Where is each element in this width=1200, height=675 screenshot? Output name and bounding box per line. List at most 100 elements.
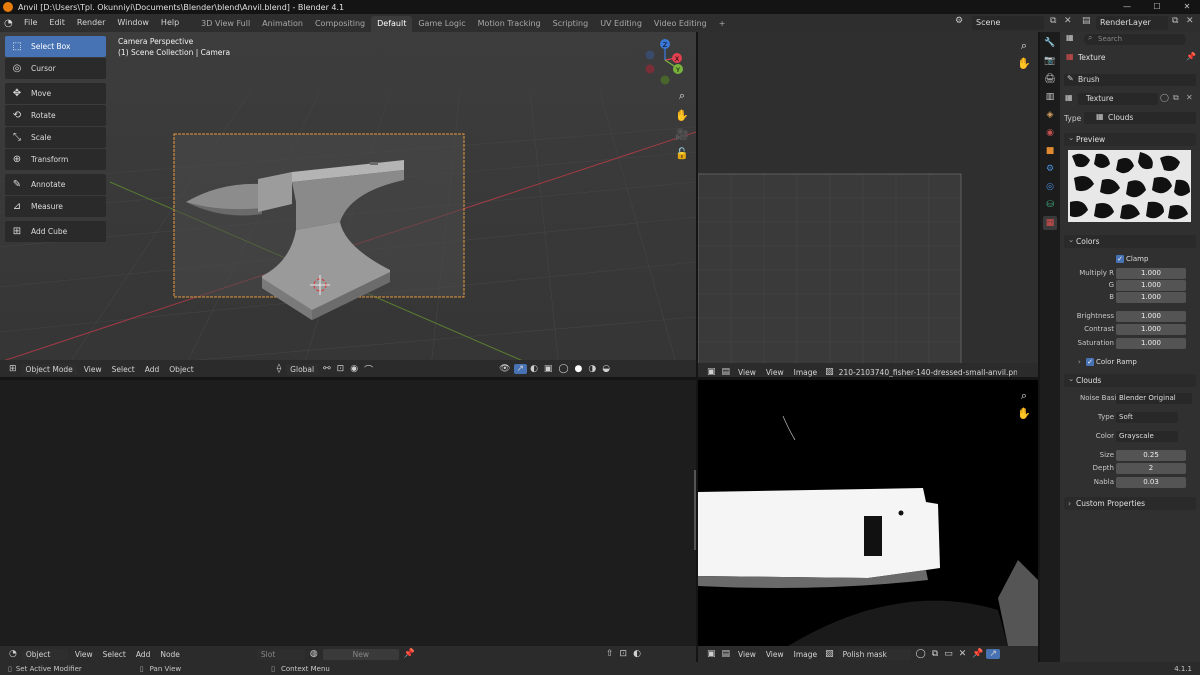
shading-wireframe-icon[interactable]: ◯: [555, 364, 571, 374]
saturation-field[interactable]: 1.000: [1116, 338, 1186, 349]
xray-icon[interactable]: ▣: [541, 364, 556, 374]
add-workspace-button[interactable]: +: [713, 16, 732, 32]
gizmo-toggle-icon[interactable]: ↗: [986, 649, 1001, 659]
editor-type-icon[interactable]: ▣: [704, 367, 719, 377]
tab-compositing[interactable]: Compositing: [309, 16, 371, 32]
mode-selector[interactable]: Object Mode: [21, 363, 77, 375]
cloud-type-selector[interactable]: Soft: [1116, 412, 1178, 423]
duplicate-icon[interactable]: ⧉: [1173, 93, 1179, 103]
image-menu-image[interactable]: Image: [789, 368, 823, 377]
unlink-icon[interactable]: ✕: [1186, 93, 1193, 102]
zoom-icon[interactable]: ⌕: [1016, 388, 1032, 404]
image-menu-view2[interactable]: View: [761, 368, 789, 377]
scene-selector[interactable]: Scene: [972, 16, 1044, 30]
pan-hand-icon[interactable]: ✋: [1016, 406, 1032, 422]
3d-viewport[interactable]: Z X Y Camera Perspective (1) Scene Colle…: [0, 32, 696, 377]
view-layer-icon[interactable]: ▤: [1082, 16, 1091, 26]
color-selector[interactable]: Grayscale: [1116, 431, 1178, 442]
nabla-field[interactable]: 0.03: [1116, 477, 1186, 488]
zoom-icon[interactable]: ⌕: [1016, 38, 1032, 54]
tab-game-logic[interactable]: Game Logic: [412, 16, 471, 32]
image-menu-image[interactable]: Image: [789, 650, 823, 659]
world-tab-icon[interactable]: ◉: [1043, 126, 1057, 140]
tool-annotate[interactable]: ✎ Annotate: [5, 174, 106, 195]
color-ramp-checkbox[interactable]: ✓: [1086, 358, 1094, 366]
editor-type-icon[interactable]: ▣: [704, 649, 719, 659]
pan-hand-icon[interactable]: ✋: [674, 108, 690, 124]
g-field[interactable]: 1.000: [1116, 280, 1186, 291]
overlay-icon[interactable]: ◐: [527, 364, 541, 374]
shading-rendered-icon[interactable]: ◒: [599, 364, 613, 374]
menu-edit[interactable]: Edit: [43, 14, 71, 32]
blender-menu-icon[interactable]: ◔: [4, 18, 18, 29]
node-menu-node[interactable]: Node: [155, 650, 185, 659]
snap-icon[interactable]: ⊡: [617, 649, 631, 659]
parent-node-icon[interactable]: ⇧: [603, 649, 617, 659]
delete-view-layer-icon[interactable]: ✕: [1186, 16, 1194, 26]
image-name-field[interactable]: 210-2103740_fisher-140-dressed-small-anv…: [837, 368, 1017, 377]
image-browse-icon[interactable]: ▨: [822, 367, 837, 377]
viewport-menu-view[interactable]: View: [79, 365, 107, 374]
node-menu-view[interactable]: View: [70, 650, 98, 659]
depth-field[interactable]: 2: [1116, 463, 1186, 474]
menu-window[interactable]: Window: [111, 14, 155, 32]
image-name-field[interactable]: Polish mask: [838, 648, 911, 660]
tool-transform[interactable]: ⊕ Transform: [5, 149, 106, 170]
tool-move[interactable]: ✥ Move: [5, 83, 106, 104]
maximize-button[interactable]: ☐: [1142, 0, 1172, 14]
shading-solid-icon[interactable]: ●: [572, 364, 586, 374]
tab-uv-editing[interactable]: UV Editing: [594, 16, 648, 32]
render-tab-icon[interactable]: 📷: [1043, 54, 1057, 68]
overlay-icon[interactable]: ◐: [630, 649, 644, 659]
gizmo-toggle-icon[interactable]: ↗: [513, 364, 528, 374]
falloff-icon[interactable]: ⌒: [361, 363, 376, 376]
tool-cursor[interactable]: ◎ Cursor: [5, 58, 106, 79]
multiply-r-field[interactable]: 1.000: [1116, 268, 1186, 279]
orientation-selector[interactable]: Global: [286, 363, 319, 375]
tab-video-editing[interactable]: Video Editing: [648, 16, 713, 32]
shading-material-icon[interactable]: ◑: [585, 364, 599, 374]
pivot-icon[interactable]: ⚯: [320, 364, 334, 374]
viewport-menu-object[interactable]: Object: [164, 365, 198, 374]
pin-icon[interactable]: 📌: [969, 649, 986, 659]
visibility-icon[interactable]: 👁: [496, 364, 513, 374]
size-field[interactable]: 0.25: [1116, 450, 1186, 461]
image-mode-icon[interactable]: ▤: [719, 367, 734, 377]
image-editor-top[interactable]: ⌕ ✋ ▣ ▤ View View Image ▨ 210-2103740_fi…: [698, 32, 1038, 377]
image-editor-bottom[interactable]: ⌕ ✋: [698, 380, 1038, 646]
new-image-icon[interactable]: ⧉: [929, 649, 941, 659]
tool-select-box[interactable]: ⬚ Select Box: [5, 36, 106, 57]
delete-scene-icon[interactable]: ✕: [1064, 16, 1072, 26]
brightness-field[interactable]: 1.000: [1116, 311, 1186, 322]
close-button[interactable]: ✕: [1172, 0, 1200, 14]
tab-scripting[interactable]: Scripting: [547, 16, 595, 32]
tool-rotate[interactable]: ⟲ Rotate: [5, 105, 106, 126]
tool-add-cube[interactable]: ⊞ Add Cube: [5, 221, 106, 242]
proportional-edit-icon[interactable]: ◉: [347, 364, 361, 374]
preview-panel-header[interactable]: Preview: [1064, 131, 1196, 146]
open-image-icon[interactable]: ▭: [941, 649, 956, 659]
clouds-panel-header[interactable]: Clouds: [1064, 372, 1196, 387]
pan-hand-icon[interactable]: ✋: [1016, 56, 1032, 72]
colors-panel-header[interactable]: Colors: [1064, 233, 1196, 248]
contrast-field[interactable]: 1.000: [1116, 324, 1186, 335]
tool-scale[interactable]: ⤡ Scale: [5, 127, 106, 148]
scene-icon[interactable]: ⚙: [955, 16, 963, 26]
camera-view-icon[interactable]: 🎥: [674, 127, 690, 143]
custom-properties-header[interactable]: Custom Properties: [1064, 497, 1196, 510]
search-input[interactable]: Search: [1084, 34, 1186, 45]
texture-tab-icon[interactable]: ▦: [1043, 216, 1057, 230]
node-menu-select[interactable]: Select: [98, 650, 131, 659]
tool-tab-icon[interactable]: 🔧: [1043, 36, 1057, 50]
minimize-button[interactable]: —: [1112, 0, 1142, 14]
fake-user-icon[interactable]: ◯: [913, 649, 929, 659]
zoom-icon[interactable]: ⌕: [674, 88, 690, 104]
view-layer-tab-icon[interactable]: ▥: [1043, 90, 1057, 104]
pin-icon[interactable]: 📌: [1186, 52, 1196, 61]
node-type-selector[interactable]: Object: [21, 648, 68, 660]
image-menu-view[interactable]: View: [733, 650, 761, 659]
viewport-menu-add[interactable]: Add: [140, 365, 165, 374]
texture-browse-icon[interactable]: ▦: [1065, 93, 1073, 102]
tab-motion-tracking[interactable]: Motion Tracking: [472, 16, 547, 32]
menu-render[interactable]: Render: [71, 14, 111, 32]
